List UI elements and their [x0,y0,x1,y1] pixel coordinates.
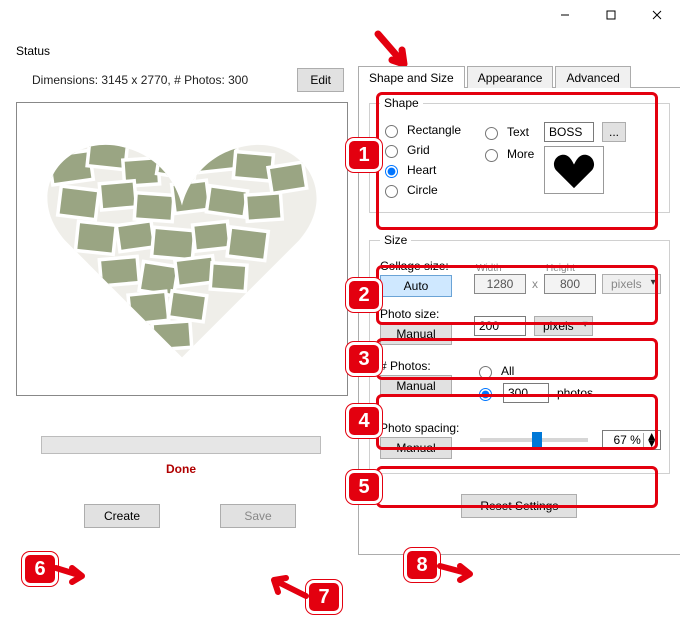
edit-button[interactable]: Edit [297,68,344,92]
photos-suffix: photos [557,386,593,400]
heart-collage-image [32,114,332,384]
shape-heart-radio[interactable]: Heart [380,162,464,178]
window-titlebar [0,0,680,30]
tab-bar: Shape and Size Appearance Advanced [358,66,680,88]
shape-grid-radio[interactable]: Grid [380,142,464,158]
photo-count-all-radio[interactable]: All [474,363,524,379]
height-label: Height [546,263,596,274]
annotation-7: 7 [306,580,342,614]
heart-icon [552,150,596,190]
minimize-button[interactable] [542,0,588,30]
shape-preview-thumbnail[interactable] [544,146,604,194]
maximize-button[interactable] [588,0,634,30]
arrow-icon [52,558,92,588]
photo-count-label: # Photos: [380,359,466,373]
collage-units-select[interactable]: pixels [602,274,661,294]
x-separator: x [532,277,538,294]
arrow-icon [264,572,310,602]
photo-spacing-mode-button[interactable]: Manual [380,437,452,459]
tab-advanced[interactable]: Advanced [555,66,630,88]
create-button[interactable]: Create [84,504,160,528]
shape-rectangle-radio[interactable]: Rectangle [380,122,464,138]
progress-bar [41,436,321,454]
width-label: Width [476,263,526,274]
photo-size-mode-button[interactable]: Manual [380,323,452,345]
photo-spacing-slider[interactable] [480,438,588,442]
photo-size-units-select[interactable]: pixels [534,316,593,336]
photo-count-mode-button[interactable]: Manual [380,375,452,397]
arrow-icon [436,556,480,584]
annotation-6: 6 [22,552,58,586]
shape-fieldset: Shape Rectangle Grid Heart Circle Text .… [369,96,670,213]
dimensions-text: Dimensions: 3145 x 2770, # Photos: 300 [32,73,248,87]
photo-size-label: Photo size: [380,307,466,321]
shape-text-browse-button[interactable]: ... [602,122,626,142]
collage-width-field: 1280 [474,274,526,294]
shape-text-input[interactable] [544,122,594,142]
shape-legend: Shape [380,96,423,110]
size-legend: Size [380,233,411,247]
close-button[interactable] [634,0,680,30]
collage-preview [16,102,348,396]
photo-count-input[interactable] [503,383,549,403]
spinner-arrows[interactable]: ▲▼ [643,433,660,447]
shape-circle-radio[interactable]: Circle [380,182,464,198]
tab-appearance[interactable]: Appearance [467,66,554,88]
collage-height-field: 800 [544,274,596,294]
save-button[interactable]: Save [220,504,296,528]
photo-spacing-label: Photo spacing: [380,421,466,435]
done-label: Done [14,462,348,476]
status-heading: Status [16,44,348,58]
reset-settings-button[interactable]: Reset Settings [461,494,577,518]
size-fieldset: Size Collage size: Auto Width 1280 x Hei… [369,233,670,474]
photo-size-input[interactable] [474,316,526,336]
settings-panel: Shape Rectangle Grid Heart Circle Text .… [358,87,680,555]
collage-size-mode-button[interactable]: Auto [380,275,452,297]
photo-spacing-spinner[interactable]: ▲▼ [602,430,661,450]
slider-thumb[interactable] [532,432,542,450]
photo-spacing-input[interactable] [603,431,643,449]
photo-count-number-radio[interactable] [474,385,495,401]
collage-size-label: Collage size: [380,259,466,273]
tab-shape-and-size[interactable]: Shape and Size [358,66,465,88]
shape-text-radio[interactable]: Text [480,124,536,140]
shape-more-radio[interactable]: More [480,146,536,162]
